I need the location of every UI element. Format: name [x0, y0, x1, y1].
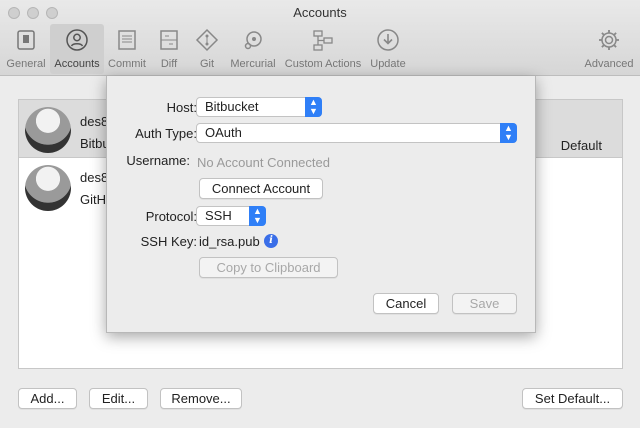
download-icon	[377, 29, 399, 51]
username-label: Username:	[126, 153, 190, 168]
toolbar-update-label: Update	[370, 58, 406, 70]
protocol-popup[interactable]: SSH ▲ ▼	[196, 206, 266, 226]
auth-type-value: OAuth	[205, 125, 242, 140]
toolbar-general[interactable]: General	[2, 24, 50, 74]
host-popup[interactable]: Bitbucket ▲ ▼	[196, 97, 322, 117]
protocol-label: Protocol:	[145, 209, 197, 224]
account-name: des8	[80, 170, 109, 185]
username-placeholder: No Account Connected	[197, 155, 330, 170]
host-value: Bitbucket	[205, 99, 259, 114]
title-bar: Accounts General Accounts Commit Diff Gi…	[0, 0, 640, 76]
toolbar-update[interactable]: Update	[368, 24, 408, 74]
toolbar-general-label: General	[6, 58, 46, 70]
diff-icon	[160, 30, 178, 50]
copy-to-clipboard-button[interactable]: Copy to Clipboard	[199, 257, 338, 278]
toolbar-accounts-label: Accounts	[54, 58, 100, 70]
account-service: GitH	[80, 192, 106, 207]
toolbar-git-label: Git	[199, 58, 215, 70]
toolbar-diff[interactable]: Diff	[152, 24, 186, 74]
preferences-window: Accounts General Accounts Commit Diff Gi…	[0, 0, 640, 428]
info-icon[interactable]: i	[264, 234, 278, 248]
toolbar-custom-actions[interactable]: Custom Actions	[282, 24, 364, 74]
ssh-key-value: id_rsa.pub	[199, 234, 260, 249]
chevron-up-down-icon: ▲ ▼	[249, 206, 266, 226]
account-settings-sheet: Host: Bitbucket ▲ ▼ Auth Type: OAuth ▲ ▼ U…	[106, 76, 536, 333]
cancel-button[interactable]: Cancel	[373, 293, 439, 314]
document-icon	[118, 30, 136, 50]
gear-icon	[599, 30, 619, 50]
connect-account-button[interactable]: Connect Account	[199, 178, 323, 199]
host-label: Host:	[166, 100, 197, 115]
toolbar-git[interactable]: Git	[190, 24, 224, 74]
toolbar-commit[interactable]: Commit	[106, 24, 148, 74]
toolbar-accounts[interactable]: Accounts	[50, 24, 104, 74]
person-icon	[66, 29, 88, 51]
avatar	[25, 107, 71, 153]
edit-account-button[interactable]: Edit...	[89, 388, 148, 409]
toolbar-advanced[interactable]: Advanced	[582, 24, 636, 74]
remove-account-button[interactable]: Remove...	[160, 388, 242, 409]
save-button[interactable]: Save	[452, 293, 517, 314]
toolbar-diff-label: Diff	[160, 58, 178, 70]
toolbar-advanced-label: Advanced	[584, 58, 634, 70]
protocol-value: SSH	[205, 208, 232, 223]
default-badge: Default	[560, 138, 602, 153]
git-diamond-icon	[195, 28, 219, 52]
auth-type-popup[interactable]: OAuth ▲ ▼	[196, 123, 517, 143]
window-title: Accounts	[293, 5, 347, 20]
toolbar-mercurial-label: Mercurial	[230, 58, 276, 70]
switch-icon	[17, 30, 35, 50]
flow-icon	[313, 30, 333, 51]
chevron-up-down-icon: ▲ ▼	[305, 97, 322, 117]
auth-type-label: Auth Type:	[135, 126, 197, 141]
toolbar-mercurial[interactable]: Mercurial	[226, 24, 280, 74]
chevron-up-down-icon: ▲ ▼	[500, 123, 517, 143]
mercurial-icon	[244, 31, 262, 50]
add-account-button[interactable]: Add...	[18, 388, 77, 409]
toolbar-custom-actions-label: Custom Actions	[284, 58, 362, 70]
set-default-button[interactable]: Set Default...	[522, 388, 623, 409]
account-name: des8	[80, 114, 109, 129]
toolbar-commit-label: Commit	[108, 58, 146, 70]
avatar	[25, 165, 71, 211]
ssh-key-label: SSH Key:	[140, 234, 197, 249]
